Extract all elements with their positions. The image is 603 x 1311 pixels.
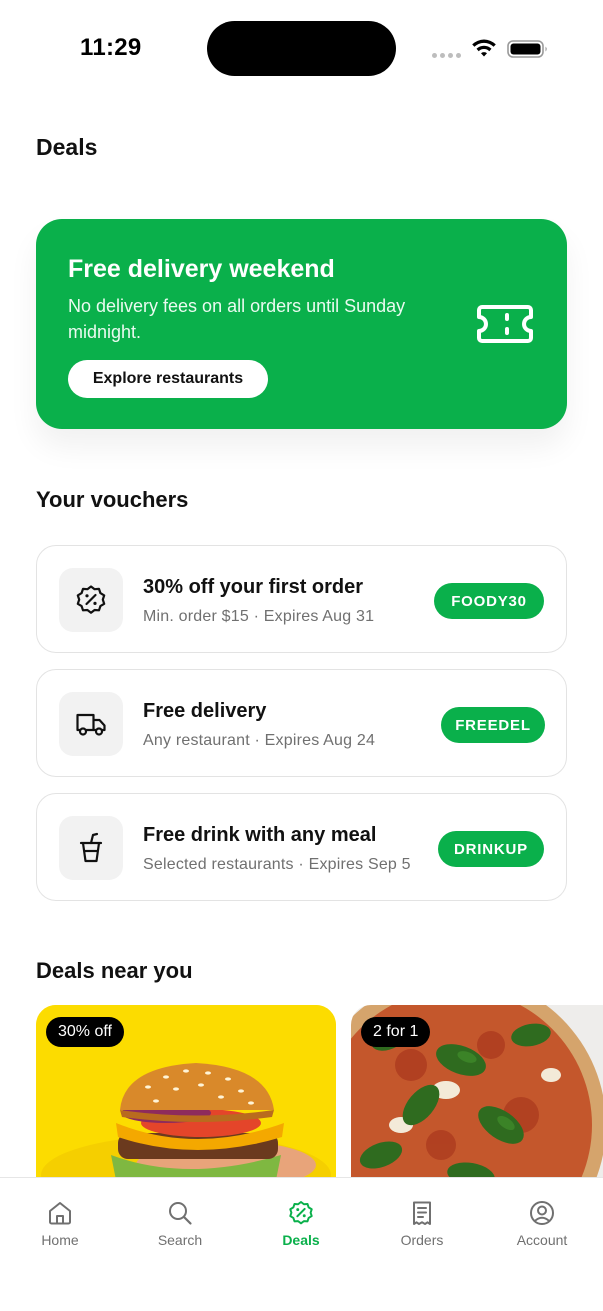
dynamic-island bbox=[207, 21, 396, 76]
voucher-title: 30% off your first order bbox=[143, 576, 364, 598]
voucher-code-button[interactable]: DRINKUP bbox=[438, 831, 544, 867]
voucher-icon-box bbox=[59, 692, 123, 756]
voucher-title: Free delivery bbox=[143, 700, 267, 722]
vouchers-section-title: Your vouchers bbox=[36, 487, 189, 512]
tab-search[interactable]: Search bbox=[130, 1200, 230, 1248]
voucher-icon-box bbox=[59, 816, 123, 880]
voucher-subtitle: Any restaurant · Expires Aug 24 bbox=[143, 732, 376, 749]
tab-label: Home bbox=[41, 1232, 79, 1248]
tab-orders[interactable]: Orders bbox=[372, 1200, 472, 1248]
promo-banner[interactable]: Free delivery weekend No delivery fees o… bbox=[36, 219, 567, 429]
status-time: 11:29 bbox=[80, 34, 142, 61]
explore-restaurants-button[interactable]: Explore restaurants bbox=[68, 360, 268, 398]
voucher-subtitle: Selected restaurants · Expires Sep 5 bbox=[143, 856, 411, 873]
voucher-code-button[interactable]: FOODY30 bbox=[434, 583, 544, 619]
receipt-icon bbox=[413, 1201, 431, 1225]
percent-badge-icon bbox=[76, 585, 106, 614]
status-bar: 11:29 bbox=[0, 0, 603, 96]
home-icon bbox=[49, 1202, 71, 1225]
promo-description: No delivery fees on all orders until Sun… bbox=[68, 296, 406, 342]
deal-badge: 2 for 1 bbox=[361, 1017, 431, 1047]
deal-badge: 30% off bbox=[46, 1017, 124, 1047]
truck-icon bbox=[76, 713, 106, 736]
tab-deals[interactable]: Deals bbox=[251, 1200, 351, 1248]
cup-icon bbox=[79, 832, 103, 863]
page-title: Deals bbox=[36, 134, 98, 160]
ticket-icon bbox=[477, 305, 533, 343]
voucher-code-button[interactable]: FREEDEL bbox=[441, 707, 545, 743]
tab-label: Deals bbox=[282, 1232, 320, 1248]
tab-account[interactable]: Account bbox=[492, 1200, 592, 1248]
user-circle-icon bbox=[530, 1201, 554, 1225]
voucher-card[interactable]: 30% off your first order Min. order $15 … bbox=[36, 545, 567, 653]
tab-label: Account bbox=[516, 1232, 568, 1248]
battery-icon bbox=[507, 40, 547, 58]
deal-card[interactable]: 2 for 1 bbox=[351, 1005, 603, 1205]
tab-bar: Home Search Deals Orders Account bbox=[0, 1177, 603, 1311]
voucher-icon-box bbox=[59, 568, 123, 632]
tab-label: Search bbox=[157, 1232, 203, 1248]
deal-card[interactable]: 30% off bbox=[36, 1005, 336, 1205]
search-icon bbox=[169, 1202, 192, 1225]
tab-home[interactable]: Home bbox=[10, 1200, 110, 1248]
status-icons bbox=[432, 36, 549, 62]
voucher-subtitle: Min. order $15 · Expires Aug 31 bbox=[143, 608, 375, 625]
promo-title: Free delivery weekend bbox=[68, 255, 335, 283]
voucher-title: Free drink with any meal bbox=[143, 824, 377, 846]
voucher-card[interactable]: Free delivery Any restaurant · Expires A… bbox=[36, 669, 567, 777]
percent-badge-icon bbox=[289, 1201, 313, 1225]
voucher-card[interactable]: Free drink with any meal Selected restau… bbox=[36, 793, 567, 901]
deals-near-section-title: Deals near you bbox=[36, 958, 193, 983]
tab-label: Orders bbox=[400, 1232, 444, 1248]
wifi-icon bbox=[472, 39, 496, 57]
cellular-signal-icon bbox=[432, 52, 461, 58]
